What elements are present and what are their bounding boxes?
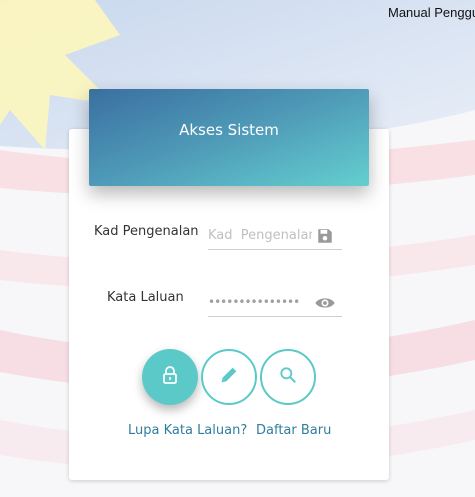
register-link[interactable]: Daftar Baru	[256, 423, 331, 438]
lock-icon	[161, 365, 179, 389]
id-field[interactable]	[208, 222, 342, 250]
pencil-icon	[218, 364, 240, 390]
login-card-header: Akses Sistem	[89, 89, 369, 186]
search-icon	[278, 365, 298, 389]
login-button[interactable]	[142, 349, 198, 405]
search-button[interactable]	[260, 349, 316, 405]
password-input[interactable]	[208, 292, 312, 312]
eye-icon[interactable]	[314, 293, 336, 313]
id-input[interactable]	[208, 225, 312, 245]
password-label: Kata Laluan	[107, 290, 184, 305]
password-field[interactable]	[208, 289, 342, 317]
id-label: Kad Pengenalan	[94, 224, 199, 239]
login-title: Akses Sistem	[179, 120, 279, 139]
register-button[interactable]	[201, 349, 257, 405]
manual-link[interactable]: Manual Pengguna	[388, 5, 475, 20]
save-icon	[314, 226, 336, 246]
forgot-password-link[interactable]: Lupa Kata Laluan?	[128, 423, 247, 438]
